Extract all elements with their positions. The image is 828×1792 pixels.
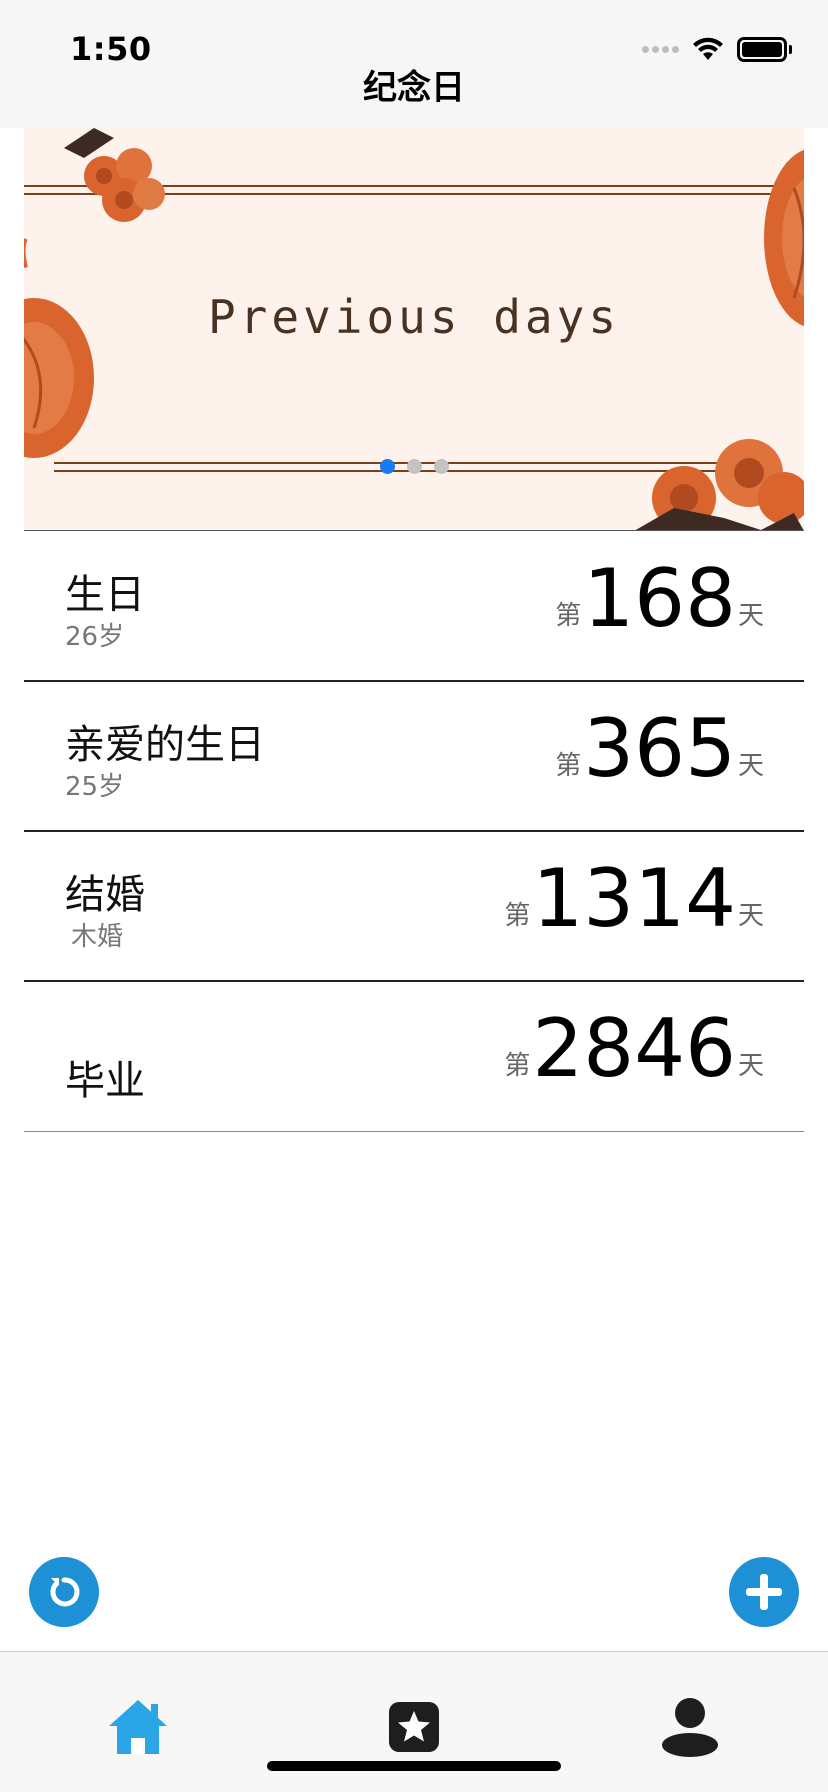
- count-suffix: 天: [737, 1051, 764, 1081]
- item-title: 毕业: [65, 1058, 145, 1104]
- home-icon: [109, 1700, 167, 1754]
- item-title: 亲爱的生日: [65, 722, 265, 768]
- count-number: 2846: [532, 1002, 736, 1095]
- page-dot[interactable]: [379, 459, 395, 474]
- add-button[interactable]: [729, 1557, 799, 1627]
- screen: 1:50 纪念日 Previous days 生日 26岁 第 168 天 亲爱…: [0, 0, 828, 1792]
- tab-home[interactable]: [103, 1692, 173, 1762]
- page-indicator[interactable]: [24, 459, 804, 474]
- page-title: 纪念日: [363, 68, 465, 108]
- item-title: 结婚: [65, 872, 145, 918]
- count-prefix: 第: [504, 901, 531, 931]
- count-suffix: 天: [737, 901, 764, 931]
- day-count: 第 365 天: [555, 708, 764, 790]
- list-item[interactable]: 毕业 第 2846 天: [24, 982, 804, 1132]
- item-subtitle: 25岁: [65, 772, 125, 802]
- item-subtitle: 木婚: [71, 922, 124, 952]
- day-count: 第 2846 天: [504, 1008, 764, 1090]
- refresh-button[interactable]: [29, 1557, 99, 1627]
- count-number: 168: [583, 552, 736, 645]
- count-number: 1314: [532, 852, 736, 945]
- count-prefix: 第: [504, 1051, 531, 1081]
- count-suffix: 天: [737, 751, 764, 781]
- list-item[interactable]: 亲爱的生日 25岁 第 365 天: [24, 682, 804, 832]
- list-item[interactable]: 生日 26岁 第 168 天: [24, 532, 804, 682]
- item-title: 生日: [65, 572, 145, 618]
- person-icon: [662, 1698, 718, 1757]
- home-indicator: [267, 1761, 561, 1771]
- tab-profile[interactable]: [655, 1692, 725, 1762]
- banner-title: Previous days: [207, 290, 621, 344]
- count-suffix: 天: [737, 601, 764, 631]
- top-bar: 1:50 纪念日: [0, 0, 828, 128]
- wifi-icon: [691, 36, 725, 62]
- plus-icon: [746, 1574, 782, 1610]
- count-prefix: 第: [555, 751, 582, 781]
- day-count: 第 168 天: [555, 558, 764, 640]
- battery-icon: [737, 36, 792, 62]
- tab-favorites[interactable]: [379, 1692, 449, 1762]
- signal-icon: [642, 45, 679, 53]
- star-icon: [389, 1702, 439, 1752]
- day-count: 第 1314 天: [504, 858, 764, 940]
- item-subtitle: 26岁: [65, 622, 125, 652]
- count-number: 365: [583, 702, 736, 795]
- page-dot[interactable]: [406, 459, 422, 474]
- refresh-icon: [50, 1577, 80, 1607]
- page-dot[interactable]: [433, 459, 449, 474]
- anniversary-list: 生日 26岁 第 168 天 亲爱的生日 25岁 第 365 天 结婚 木婚 第…: [24, 532, 804, 1132]
- count-prefix: 第: [555, 601, 582, 631]
- banner-carousel[interactable]: Previous days: [24, 128, 804, 531]
- list-item[interactable]: 结婚 木婚 第 1314 天: [24, 832, 804, 982]
